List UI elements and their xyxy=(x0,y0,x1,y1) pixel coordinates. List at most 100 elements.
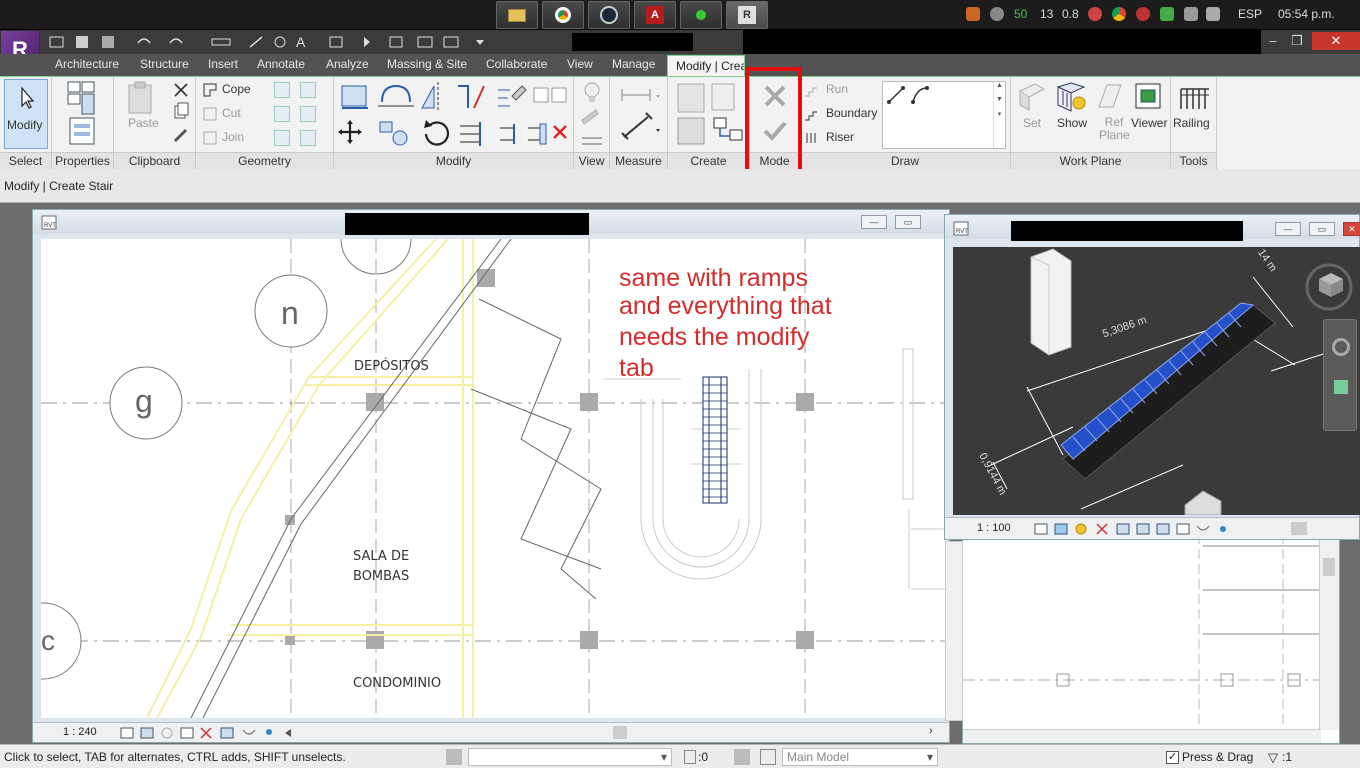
3d-view-window[interactable]: RVT — ▭ ✕ 5,3086 m 0,9144 m 14 m 1: 100 xyxy=(944,214,1360,540)
set-workplane-icon[interactable] xyxy=(1017,81,1047,111)
paste-icon[interactable] xyxy=(126,81,156,115)
quick-access-icons[interactable]: A xyxy=(46,33,491,51)
set-label[interactable]: Set xyxy=(1023,116,1041,130)
join-label[interactable]: Join xyxy=(222,130,244,144)
tab-structure[interactable]: Structure xyxy=(140,57,189,71)
security-icon[interactable] xyxy=(1160,7,1174,21)
3d-view-titlebar[interactable]: RVT — ▭ ✕ xyxy=(945,215,1360,241)
ref-plane-label[interactable]: Ref Plane xyxy=(1099,116,1130,142)
zoom-icon[interactable] xyxy=(1334,380,1348,394)
ref-plane-icon[interactable] xyxy=(1095,81,1125,111)
tab-massing-site[interactable]: Massing & Site xyxy=(387,57,467,71)
navigation-bar[interactable] xyxy=(1323,319,1357,431)
grid-bubble-g[interactable]: g xyxy=(135,383,153,420)
draw-tool-gallery[interactable]: ▲ ▼ ▾ xyxy=(882,81,1006,149)
geometry-tool-3-icon[interactable] xyxy=(274,106,290,122)
show-workplane-icon[interactable] xyxy=(1055,81,1089,113)
3d-scale[interactable]: 1 : 100 xyxy=(977,522,1011,534)
modify-tools-icons[interactable] xyxy=(338,80,570,150)
clipboard-panel-title[interactable]: Clipboard xyxy=(114,152,195,169)
tab-view[interactable]: View xyxy=(567,57,593,71)
plan-restore-button[interactable]: ▭ xyxy=(895,215,921,229)
tools-panel-title[interactable]: Tools xyxy=(1171,152,1216,169)
geometry-tool-1-icon[interactable] xyxy=(274,82,290,98)
tab-analyze[interactable]: Analyze xyxy=(326,57,369,71)
room-label-bombas[interactable]: BOMBAS xyxy=(353,569,409,584)
file-explorer-icon[interactable] xyxy=(496,1,538,29)
riser-label[interactable]: Riser xyxy=(826,130,854,144)
clock[interactable]: 05:54 p.m. xyxy=(1278,7,1335,21)
run-label[interactable]: Run xyxy=(826,82,848,96)
room-label-condominio[interactable]: CONDOMINIO xyxy=(353,676,441,691)
speaker-muted-icon[interactable] xyxy=(966,7,980,21)
maximize-button[interactable]: ❐ xyxy=(1286,32,1308,50)
plan-horizontal-scrollbar[interactable] xyxy=(613,726,627,739)
3d-restore-button[interactable]: ▭ xyxy=(1309,222,1335,236)
3d-minimize-button[interactable]: — xyxy=(1275,222,1301,236)
3d-horizontal-scrollbar[interactable] xyxy=(1291,522,1307,535)
steam-tray-icon[interactable] xyxy=(990,7,1004,21)
tab-modify-create-stair[interactable]: Modify | Crea xyxy=(667,55,745,76)
select-panel-title[interactable]: Select xyxy=(0,152,51,169)
chrome-tray-icon[interactable] xyxy=(1112,7,1126,21)
tab-architecture[interactable]: Architecture xyxy=(55,57,119,71)
tray-app-icon[interactable] xyxy=(1088,7,1102,21)
green-app-icon[interactable] xyxy=(680,1,722,29)
tray-app-2-icon[interactable] xyxy=(1136,7,1150,21)
design-option-dropdown[interactable]: Main Model ▾ xyxy=(782,748,938,766)
grid-bubble-c[interactable]: c xyxy=(41,625,55,657)
properties-panel-title[interactable]: Properties xyxy=(52,152,113,169)
press-drag-label[interactable]: Press & Drag xyxy=(1182,750,1253,764)
3d-view-control-icons[interactable] xyxy=(1033,522,1233,536)
geometry-panel-title[interactable]: Geometry xyxy=(196,152,333,169)
view-panel-title[interactable]: View xyxy=(574,152,609,169)
tab-insert[interactable]: Insert xyxy=(208,57,238,71)
secondary-vertical-scrollbar[interactable] xyxy=(1319,534,1339,730)
revit-taskbar-icon[interactable]: R xyxy=(726,1,768,29)
network-icon[interactable] xyxy=(1184,7,1198,21)
secondary-plan-window[interactable] xyxy=(962,533,1340,744)
volume-icon[interactable] xyxy=(1206,7,1220,21)
minimize-button[interactable]: – xyxy=(1262,32,1284,50)
steering-wheel-icon[interactable] xyxy=(1332,338,1350,356)
worksets-icon[interactable] xyxy=(446,749,462,765)
plan-minimize-button[interactable]: — xyxy=(861,215,887,229)
cut-label[interactable]: Cut xyxy=(222,106,241,120)
railing-icon[interactable] xyxy=(1179,81,1211,111)
cope-label[interactable]: Cope xyxy=(222,82,251,96)
steam-icon[interactable] xyxy=(588,1,630,29)
3d-close-button[interactable]: ✕ xyxy=(1343,222,1360,236)
modify-tool-button[interactable]: Modify xyxy=(4,79,48,149)
room-label-depositos[interactable]: DEPÓSITOS xyxy=(354,359,429,374)
geometry-tool-2-icon[interactable] xyxy=(300,82,316,98)
paste-label[interactable]: Paste xyxy=(128,116,159,130)
viewer-icon[interactable] xyxy=(1133,81,1163,111)
boundary-label[interactable]: Boundary xyxy=(826,106,877,120)
measure-panel-title[interactable]: Measure xyxy=(610,152,667,169)
view-control-icons[interactable] xyxy=(119,726,309,740)
railing-label[interactable]: Railing xyxy=(1173,116,1210,130)
viewer-label[interactable]: Viewer xyxy=(1131,116,1167,130)
design-options-icon[interactable] xyxy=(734,749,750,765)
grid-bubble-n[interactable]: n xyxy=(281,295,299,332)
tab-annotate[interactable]: Annotate xyxy=(257,57,305,71)
plan-view-titlebar[interactable]: RVT — ▭ xyxy=(33,210,949,235)
plan-scale[interactable]: 1 : 240 xyxy=(63,726,97,738)
type-properties-icon[interactable] xyxy=(66,80,98,146)
measure-tools-icons[interactable] xyxy=(618,83,664,145)
close-button[interactable]: ✕ xyxy=(1312,32,1360,50)
modify-panel-title[interactable]: Modify xyxy=(334,152,573,169)
plan-view-window[interactable]: RVT — ▭ n g c DEPÓSITOS SALA DE BOMBAS C… xyxy=(32,209,950,743)
room-label-sala-de[interactable]: SALA DE xyxy=(353,549,409,564)
filter-icon[interactable]: ▽ xyxy=(1268,750,1278,766)
geometry-tool-6-icon[interactable] xyxy=(300,130,316,146)
workset-dropdown[interactable]: ▾ xyxy=(468,748,672,766)
show-label[interactable]: Show xyxy=(1057,116,1087,130)
geometry-tool-4-icon[interactable] xyxy=(300,106,316,122)
line-arc-icons[interactable] xyxy=(883,82,993,112)
design-options-edit-icon[interactable] xyxy=(760,749,776,765)
scroll-right-arrow[interactable]: › xyxy=(929,725,933,737)
plan-canvas[interactable]: n g c DEPÓSITOS SALA DE BOMBAS CONDOMINI… xyxy=(41,239,947,718)
create-tools-icons[interactable] xyxy=(674,80,746,148)
geometry-tool-5-icon[interactable] xyxy=(274,130,290,146)
